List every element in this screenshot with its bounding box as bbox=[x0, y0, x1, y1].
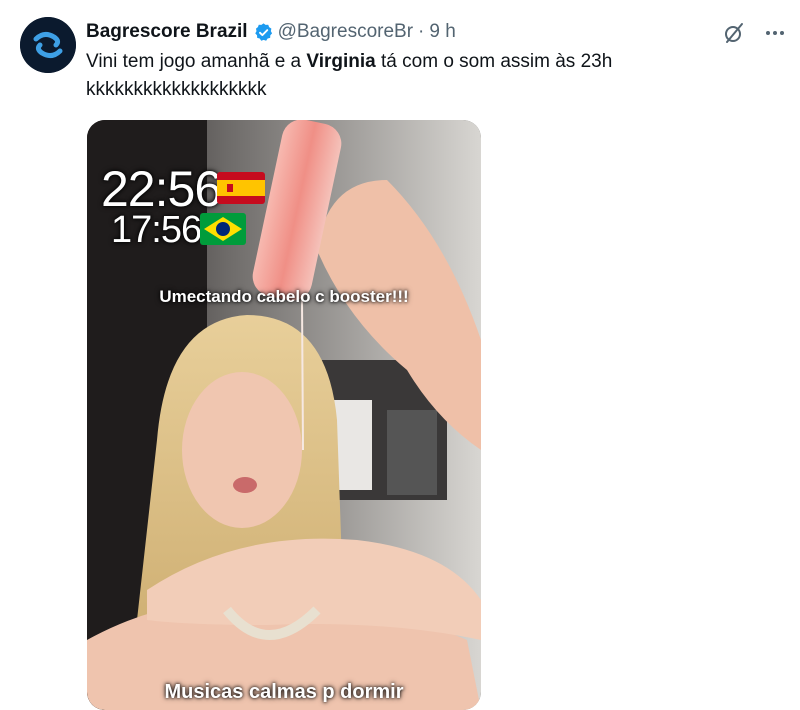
avatar[interactable] bbox=[20, 17, 76, 73]
tweet-media-video[interactable]: 22:56 17:56 Umectando cabelo c booster!!… bbox=[87, 120, 481, 710]
tweet-text-part1: Vini tem jogo amanhã e a bbox=[86, 51, 307, 72]
tweet-text-line2: kkkkkkkkkkkkkkkkkkk bbox=[86, 79, 267, 100]
tweet-header: Bagrescore Brazil @BagrescoreBr · 9 h bbox=[86, 18, 456, 46]
caption-top: Umectando cabelo c booster!!! bbox=[159, 287, 409, 306]
more-options-icon[interactable] bbox=[762, 20, 788, 46]
verified-badge-icon bbox=[254, 22, 272, 41]
caption-bottom: Musicas calmas p dormir bbox=[164, 681, 404, 703]
user-handle[interactable]: @BagrescoreBr bbox=[278, 21, 413, 43]
spain-flag-icon bbox=[217, 172, 265, 204]
brazil-flag-icon bbox=[200, 213, 246, 245]
clock-main: 22:56 bbox=[101, 161, 222, 217]
display-name[interactable]: Bagrescore Brazil bbox=[86, 21, 248, 43]
tweet-text: Vini tem jogo amanhã e a Virginia tá com… bbox=[86, 48, 766, 104]
tweet-text-bold: Virginia bbox=[306, 51, 376, 72]
tweet-actions-top bbox=[722, 20, 788, 46]
grok-icon[interactable] bbox=[722, 21, 746, 45]
bagrescore-logo-icon bbox=[20, 17, 76, 73]
clock-secondary: 17:56 bbox=[111, 209, 202, 251]
tweet-text-part2: tá com o som assim às 23h bbox=[375, 51, 613, 72]
timestamp[interactable]: 9 h bbox=[429, 21, 455, 43]
separator-dot: · bbox=[418, 21, 425, 42]
